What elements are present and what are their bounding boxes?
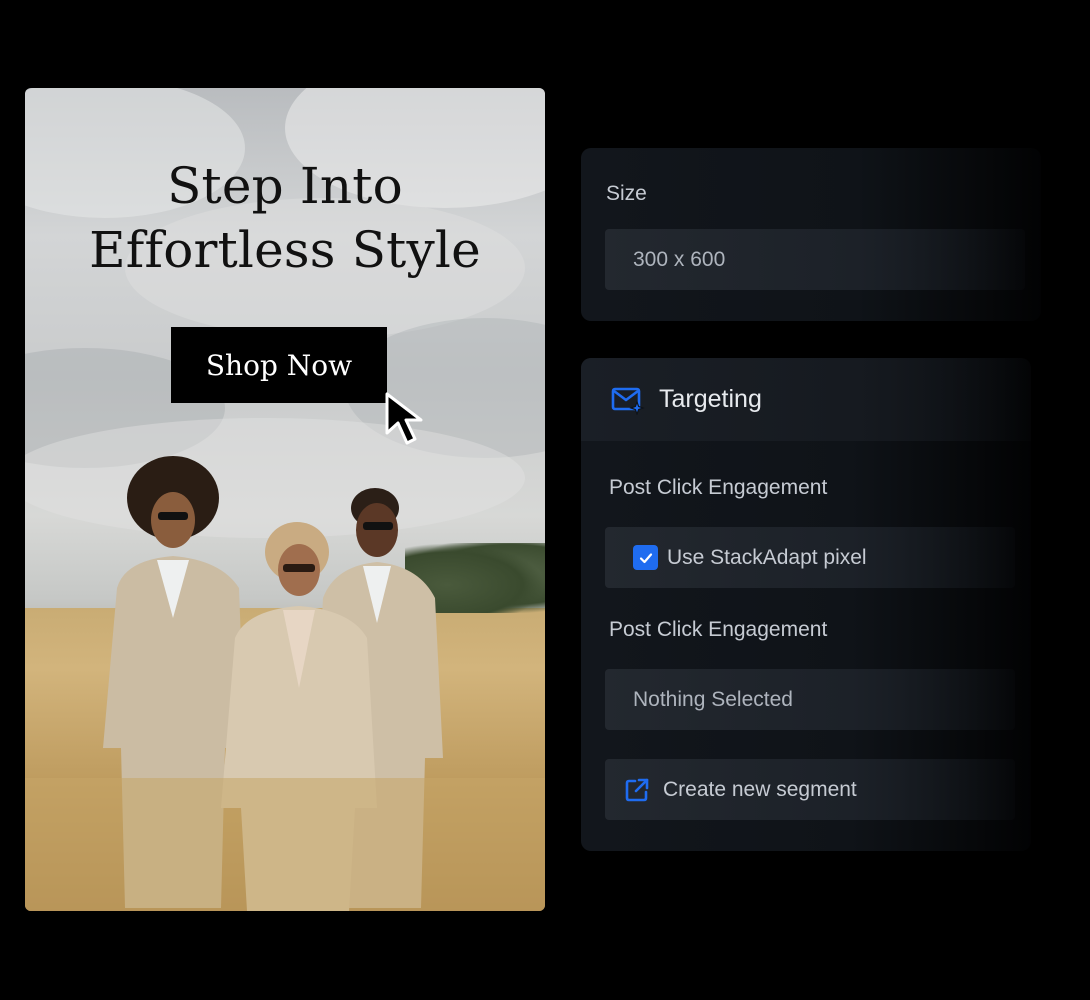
targeting-header[interactable]: Targeting <box>581 358 1031 441</box>
create-segment-button[interactable]: Create new segment <box>605 759 1015 820</box>
external-link-icon <box>625 778 649 801</box>
check-icon <box>639 552 652 563</box>
ad-creative-preview: Step Into Effortless Style Shop Now <box>25 88 545 911</box>
targeting-panel: Targeting Post Click Engagement Use Stac… <box>581 358 1031 851</box>
cursor-arrow-icon <box>385 392 423 445</box>
segment-select[interactable]: Nothing Selected <box>605 669 1015 730</box>
targeting-title: Targeting <box>659 385 762 413</box>
stackadapt-pixel-option[interactable]: Use StackAdapt pixel <box>605 527 1015 588</box>
pixel-checkbox[interactable] <box>633 545 658 570</box>
size-select[interactable]: 300 x 600 <box>605 229 1025 290</box>
pixel-checkbox-label: Use StackAdapt pixel <box>667 545 867 569</box>
post-click-label-2: Post Click Engagement <box>609 618 828 641</box>
headline-line-1: Step Into <box>167 157 403 215</box>
mail-sparkle-icon <box>611 387 645 415</box>
ad-headline: Step Into Effortless Style <box>25 154 545 282</box>
shop-now-button[interactable]: Shop Now <box>171 327 387 403</box>
size-value: 300 x 600 <box>633 247 726 271</box>
size-panel: Size 300 x 600 <box>581 148 1041 321</box>
models-photo <box>25 456 545 911</box>
post-click-label-1: Post Click Engagement <box>609 476 828 499</box>
headline-line-2: Effortless Style <box>89 221 481 279</box>
segment-select-value: Nothing Selected <box>633 687 793 711</box>
size-label: Size <box>606 182 647 205</box>
create-segment-label: Create new segment <box>663 777 857 801</box>
